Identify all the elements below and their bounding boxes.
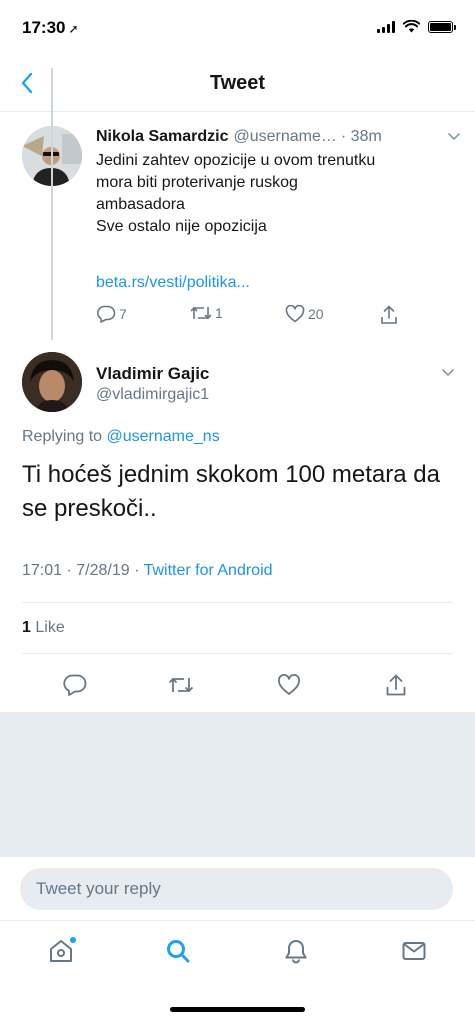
share-icon (386, 674, 406, 696)
likes-summary[interactable]: 1 Like (22, 619, 65, 637)
reply-button[interactable] (60, 670, 90, 700)
tab-bar (0, 920, 475, 1024)
share-button[interactable] (381, 670, 411, 700)
retweet-button[interactable] (166, 670, 196, 700)
replying-to-label: Replying to (22, 428, 103, 445)
tweet-text-line: mora biti proterivanje ruskog (96, 174, 298, 191)
tweet-text: Jedini zahtev opozicije u ovom trenutku … (96, 150, 436, 238)
replying-to: Replying to @username_ns (22, 428, 220, 446)
like-count: 20 (308, 306, 324, 322)
tweet-header: Nikola Samardzic @username… · 38m (96, 128, 461, 146)
tweet-text-line: ambasadora (96, 196, 185, 213)
notifications-icon (285, 940, 307, 964)
likes-count: 1 (22, 619, 31, 636)
status-bar: 17:30 ➚ (0, 0, 475, 50)
heart-icon (278, 674, 300, 695)
author-name[interactable]: Nikola Samardzic (96, 128, 229, 146)
header: Tweet (0, 58, 475, 112)
tweet-actions (0, 670, 475, 700)
tab-messages[interactable] (396, 933, 432, 969)
reply-count: 7 (119, 306, 127, 322)
page-title: Tweet (209, 72, 266, 94)
retweet-count: 1 (215, 305, 223, 321)
tweet-text-line: Jedini zahtev opozicije u ovom trenutku (96, 152, 376, 169)
like-button[interactable] (274, 670, 304, 700)
replying-to-handle[interactable]: @username_ns (107, 428, 220, 445)
tab-home[interactable] (43, 933, 79, 969)
wifi-icon (403, 20, 420, 33)
tab-notifications[interactable] (278, 933, 314, 969)
divider (22, 602, 453, 603)
messages-icon (402, 942, 426, 960)
share-icon (381, 305, 397, 324)
tweet-datetime: 17:01 · 7/28/19 · (22, 562, 140, 579)
tweet-source-link[interactable]: Twitter for Android (144, 562, 273, 579)
home-indicator (170, 1007, 305, 1012)
author-handle[interactable]: @username… (234, 128, 337, 146)
search-icon (167, 940, 190, 963)
author-handle[interactable]: @vladimirgajic1 (96, 386, 209, 404)
retweet-button[interactable]: 1 (190, 305, 223, 321)
reply-button[interactable]: 7 (96, 305, 127, 323)
status-time-text: 17:30 (22, 18, 66, 37)
tweet-link[interactable]: beta.rs/vesti/politika... (96, 274, 250, 292)
reply-icon (97, 305, 116, 323)
share-button[interactable] (380, 305, 398, 325)
status-time: 17:30 ➚ (22, 18, 79, 38)
battery-icon (428, 20, 456, 33)
thread-connector-line (51, 68, 53, 340)
tab-search[interactable] (160, 933, 196, 969)
new-content-dot (70, 937, 76, 943)
reply-composer (0, 856, 475, 920)
chevron-down-icon[interactable] (447, 132, 461, 142)
heart-icon (285, 305, 305, 323)
location-arrow-icon: ➚ (68, 22, 79, 36)
reply-input[interactable] (20, 868, 453, 910)
likes-label: Like (35, 619, 65, 636)
tweet-time: · 38m (340, 128, 382, 145)
tweet-text: Ti hoćeš jednim skokom 100 metara da se … (22, 461, 440, 522)
status-icons (377, 20, 456, 33)
retweet-icon (168, 677, 194, 693)
tweet-text-line: Sve ostalo nije opozicija (96, 218, 267, 235)
empty-area (0, 712, 475, 856)
tweet-actions: 7 1 20 (96, 305, 416, 329)
reply-icon (63, 674, 87, 696)
chevron-down-icon[interactable] (441, 368, 455, 378)
like-button[interactable]: 20 (285, 305, 324, 323)
tweet-meta: 17:01 · 7/28/19 · Twitter for Android (22, 562, 273, 580)
parent-tweet[interactable]: Nikola Samardzic @username… · 38m Jedini… (0, 122, 475, 332)
avatar[interactable] (22, 352, 82, 412)
divider (22, 653, 453, 654)
author-name[interactable]: Vladimir Gajic (96, 364, 209, 384)
cellular-signal-icon (377, 20, 395, 33)
avatar-photo (22, 352, 82, 412)
retweet-icon (190, 306, 212, 320)
